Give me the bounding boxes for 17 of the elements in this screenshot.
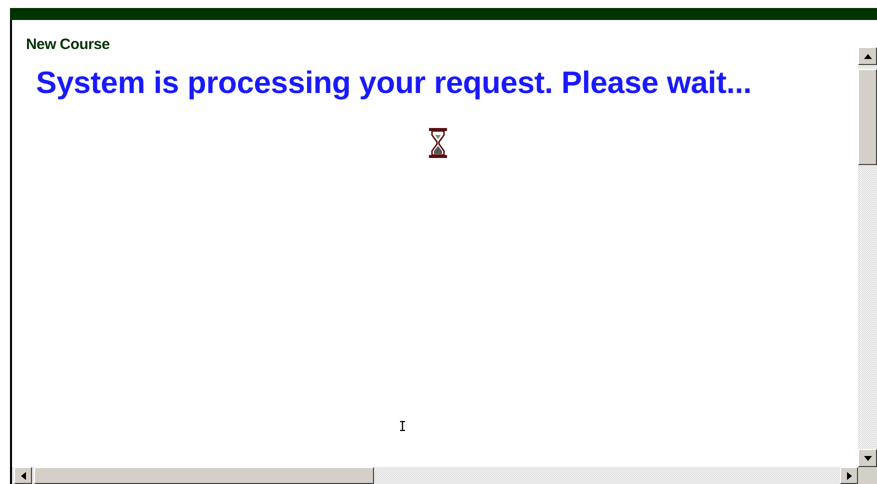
scrollbar-corner <box>858 467 877 484</box>
scroll-left-button[interactable] <box>14 467 32 484</box>
scroll-down-button[interactable] <box>858 449 877 467</box>
vertical-scrollbar[interactable] <box>858 47 877 467</box>
scroll-up-button[interactable] <box>858 47 877 65</box>
processing-message: System is processing your request. Please wait... <box>36 65 753 101</box>
scrollbar-thumb[interactable] <box>858 69 877 165</box>
up-arrow-icon <box>864 54 872 58</box>
scrollbar-thumb[interactable] <box>34 467 374 484</box>
right-arrow-icon <box>846 472 852 480</box>
scroll-right-button[interactable] <box>840 467 858 484</box>
horizontal-scrollbar[interactable] <box>12 467 858 484</box>
down-arrow-icon <box>864 456 872 460</box>
page-heading: New Course <box>26 36 111 53</box>
hourglass-icon <box>428 127 448 159</box>
text-cursor-icon <box>400 421 405 431</box>
left-arrow-icon <box>20 472 26 480</box>
